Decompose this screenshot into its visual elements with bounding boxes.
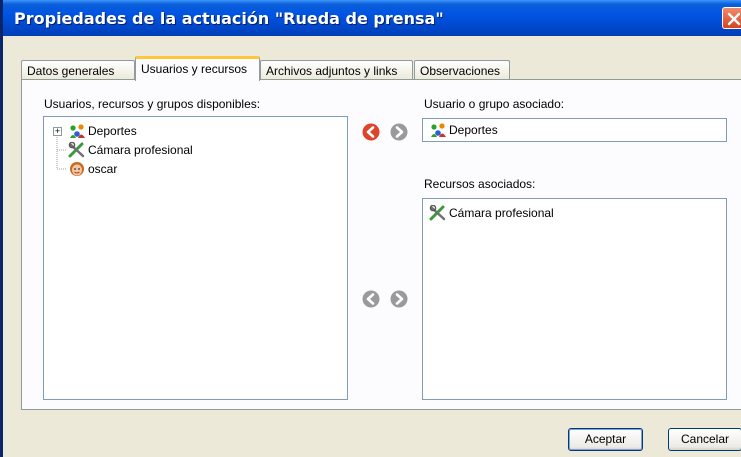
tree-item-label: Deportes: [88, 124, 137, 138]
close-icon: [727, 12, 741, 26]
tree-item-label: Cámara profesional: [88, 143, 193, 157]
tree-item-label: oscar: [88, 162, 118, 176]
dialog-window: Propiedades de la actuación "Rueda de pr…: [0, 0, 741, 457]
remove-user-button[interactable]: [390, 123, 408, 141]
resource-item-label: Cámara profesional: [449, 206, 554, 220]
arrow-right-icon: [390, 290, 408, 308]
remove-resource-button[interactable]: [390, 290, 408, 308]
assign-user-button[interactable]: [362, 123, 380, 141]
tab-label: Observaciones: [420, 64, 501, 78]
user-icon: [68, 161, 86, 181]
tab-label: Usuarios y recursos: [141, 62, 248, 76]
expand-toggle[interactable]: +: [53, 127, 62, 136]
associated-resources-list[interactable]: Cámara profesional: [422, 198, 727, 400]
tab-observaciones[interactable]: Observaciones: [414, 60, 510, 80]
associated-user-value: Deportes: [449, 123, 498, 137]
tab-archivos-adjuntos[interactable]: Archivos adjuntos y links: [260, 60, 413, 80]
accept-button[interactable]: Aceptar: [568, 428, 643, 451]
tab-panel: Usuarios, recursos y grupos disponibles:…: [21, 79, 741, 410]
arrow-left-icon: [362, 123, 380, 141]
associated-user-label: Usuario o grupo asociado:: [424, 97, 565, 111]
tools-icon: [429, 204, 447, 224]
close-button[interactable]: [722, 7, 741, 29]
tools-icon: [68, 141, 86, 161]
tab-datos-generales[interactable]: Datos generales: [21, 60, 135, 80]
tab-label: Datos generales: [27, 64, 115, 78]
associated-user-field[interactable]: Deportes: [422, 118, 727, 142]
arrow-left-icon: [362, 290, 380, 308]
cancel-button[interactable]: Cancelar: [668, 428, 741, 451]
tab-label: Archivos adjuntos y links: [266, 64, 398, 78]
group-icon: [429, 122, 447, 141]
group-icon: [68, 123, 86, 142]
title-bar[interactable]: Propiedades de la actuación "Rueda de pr…: [3, 0, 741, 36]
available-tree[interactable]: + Deportes Cámara profesional oscar: [43, 116, 348, 400]
assign-resource-button[interactable]: [362, 290, 380, 308]
arrow-right-icon: [390, 123, 408, 141]
tab-usuarios-recursos[interactable]: Usuarios y recursos: [135, 56, 260, 81]
associated-resources-label: Recursos asociados:: [424, 177, 536, 191]
available-label: Usuarios, recursos y grupos disponibles:: [44, 97, 261, 111]
window-title: Propiedades de la actuación "Rueda de pr…: [14, 9, 444, 28]
